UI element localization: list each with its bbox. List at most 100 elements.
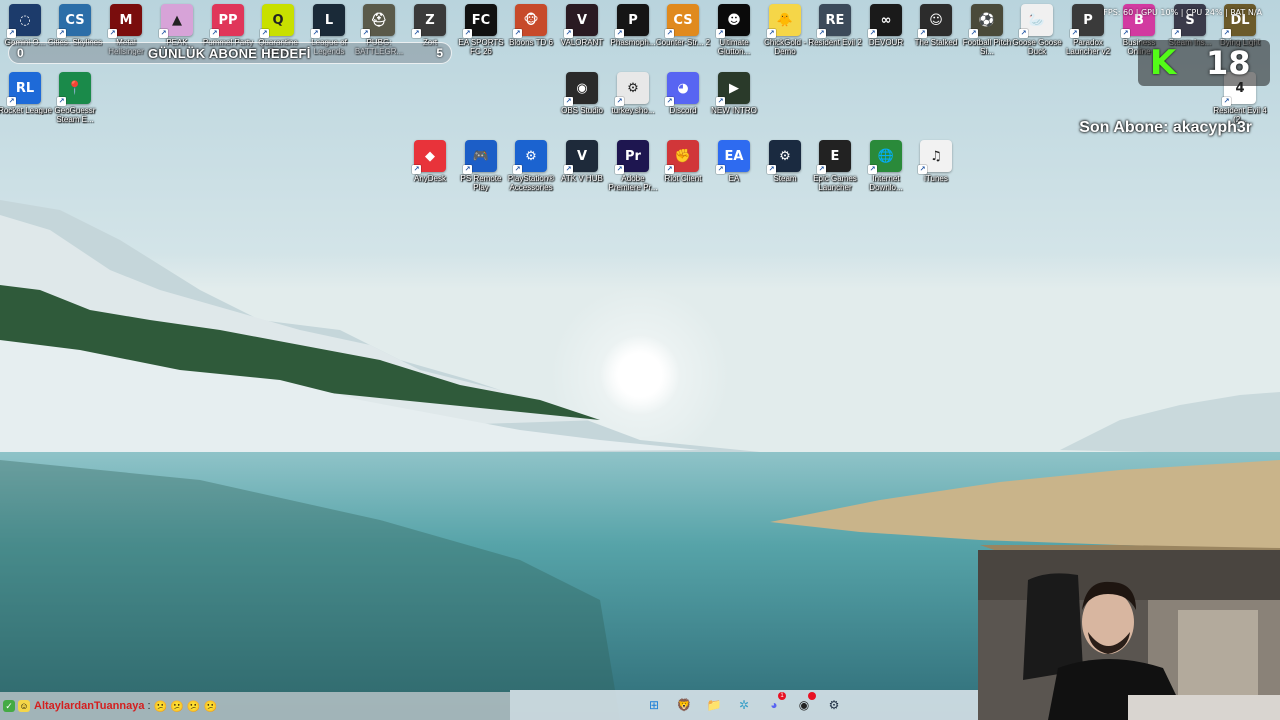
desktop-icon-label: Internet Downlo... <box>869 174 903 192</box>
desktop-icon-label: Riot Client <box>664 174 702 183</box>
desktop-icon-label: Rocket League <box>0 106 52 115</box>
desktop-icon-internet-download-manager[interactable]: 🌐 ↗ Internet Downlo... <box>861 140 911 192</box>
shortcut-arrow-icon: ↗ <box>716 165 725 174</box>
atk-v-hub-icon: V ↗ <box>564 140 598 174</box>
playstation-accessories-icon: ⚙ ↗ <box>513 140 547 174</box>
desktop-icon-steam[interactable]: ⚙ ↗ Steam <box>760 140 810 183</box>
shortcut-arrow-icon: ↗ <box>210 29 219 38</box>
shortcut-arrow-icon: ↗ <box>412 165 421 174</box>
desktop-icon-label: DEVOUR <box>868 38 904 47</box>
desktop-icon-ea[interactable]: EA ↗ EA <box>709 140 759 183</box>
desktop-icon-playstation-accessories[interactable]: ⚙ ↗ PlayStation® Accessories <box>506 140 556 192</box>
desktop-icon-zort[interactable]: Z ↗ Zort <box>405 4 455 47</box>
discord-taskbar-icon[interactable]: ◕ 1 <box>764 692 786 715</box>
desktop-icon-label: Resident Evil 2 <box>808 38 862 47</box>
desktop-icon-goose-goose-duck[interactable]: 🦢 ↗ Goose Goose Duck <box>1012 4 1062 56</box>
desktop-icon-valorant[interactable]: V ↗ VALORANT <box>557 4 607 47</box>
desktop-icon-anydesk[interactable]: ◆ ↗ AnyDesk <box>405 140 455 183</box>
shortcut-arrow-icon: ↗ <box>361 29 370 38</box>
desktop-icon-ps-remote-play[interactable]: 🎮 ↗ PS Remote Play <box>456 140 506 192</box>
desktop-icon-ultimate-glutton[interactable]: ☻ ↗ Ultimate Glutton... <box>709 4 759 56</box>
desktop-icon-label: OBS Studio <box>561 106 603 115</box>
shortcut-arrow-icon: ↗ <box>969 29 978 38</box>
shortcut-arrow-icon: ↗ <box>564 165 573 174</box>
desktop-icon-football-pitch[interactable]: ⚽ ↗ Football Pitch Si... <box>962 4 1012 56</box>
desktop-icon-bloons-td6[interactable]: 🐵 ↗ Bloons TD 6 <box>506 4 556 47</box>
notification-badge: 1 <box>778 692 786 700</box>
shortcut-arrow-icon: ↗ <box>665 165 674 174</box>
windows-start-icon[interactable]: ⊞ <box>644 695 664 715</box>
geoguessr-icon: 📍 ↗ <box>57 72 91 106</box>
shortcut-arrow-icon: ↗ <box>564 97 573 106</box>
desktop-icon-label: ATK V HUB <box>561 174 603 183</box>
desktop-icon-geoguessr[interactable]: 📍 ↗ GeoGuessr Steam E... <box>50 72 100 124</box>
league-of-legends-icon: L ↗ <box>311 4 345 38</box>
desktop-icon-premiere-pro[interactable]: Pr ↗ Adobe Premiere Pr... <box>608 140 658 192</box>
desktop-icon-label: Epic Games Launcher <box>813 174 857 192</box>
desktop-icon-discord[interactable]: ◕ ↗ Discord <box>658 72 708 115</box>
shortcut-arrow-icon: ↗ <box>108 29 117 38</box>
desktop-icon-new-intro[interactable]: ▶ ↗ NEW INTRO <box>709 72 759 115</box>
shortcut-arrow-icon: ↗ <box>1070 29 1079 38</box>
steam-taskbar-icon[interactable]: ⚙ <box>824 695 844 715</box>
desktop-icon-label: PlayStation® Accessories <box>507 174 555 192</box>
desktop-icon-chickgold[interactable]: 🐥 ↗ ChickGold - Demo <box>760 4 810 56</box>
steam-icon: ⚙ ↗ <box>767 140 801 174</box>
desktop-icon-cities-skylines[interactable]: CS ↗ Cities: Skylines <box>48 4 102 47</box>
desktop-icon-turkey-shortcut[interactable]: ⚙ ↗ turkey.sho... <box>608 72 658 115</box>
riot-client-icon: ✊ ↗ <box>665 140 699 174</box>
phasmophobia-icon: P ↗ <box>615 4 649 38</box>
desktop-icon-label: Paradox Launcher v2 <box>1065 38 1111 56</box>
shortcut-arrow-icon: ↗ <box>665 29 674 38</box>
desktop-icon-pummel-party[interactable]: PP ↗ Pummel Party <box>203 4 253 47</box>
obs-taskbar-icon[interactable]: ◉ <box>794 692 816 715</box>
desktop-icon-ea-fc26[interactable]: FC ↗ EA SPORTS FC 26 <box>456 4 506 56</box>
desktop-icon-the-stalked[interactable]: ☺ ↗ The Stalked <box>911 4 961 47</box>
desktop-icon-riot-client[interactable]: ✊ ↗ Riot Client <box>658 140 708 183</box>
file-explorer-icon[interactable]: 📁 <box>704 695 724 715</box>
desktop-icon-label: Goose Goose Duck <box>1012 38 1062 56</box>
latest-subscriber-text: Son Abone: akacyph3r <box>1079 119 1252 136</box>
pummel-party-icon: PP ↗ <box>210 4 244 38</box>
chat-emote-icon: ☺ <box>18 700 30 712</box>
desktop-icon-label: VALORANT <box>560 38 604 47</box>
brave-browser-icon[interactable]: 🦁 <box>674 695 694 715</box>
shortcut-arrow-icon: ↗ <box>513 165 522 174</box>
desktop-icon-label: The Stalked <box>914 38 958 47</box>
desktop-icon-atk-v-hub[interactable]: V ↗ ATK V HUB <box>557 140 607 183</box>
ea-fc26-icon: FC ↗ <box>463 4 497 38</box>
ea-icon: EA ↗ <box>716 140 750 174</box>
resident-evil-2-icon: RE ↗ <box>817 4 851 38</box>
desktop-icon-label: Steam <box>773 174 797 183</box>
desktop-icon-resident-evil-2[interactable]: RE ↗ Resident Evil 2 <box>808 4 862 47</box>
shortcut-arrow-icon: ↗ <box>665 97 674 106</box>
performance-stats-overlay: FPS: 60 | GPU 10% | CPU 24% | RAT N/A <box>1103 8 1262 17</box>
desktop-icon-counter-strike-2[interactable]: CS ↗ Counter-Str... 2 <box>656 4 710 47</box>
desktop-icon-label: EA <box>728 174 740 183</box>
kick-logo-icon: K <box>1149 43 1177 83</box>
chat-message: 😕😕😕😕 <box>153 700 221 713</box>
desktop-icon-peak[interactable]: ▲ ↗ PEAK <box>152 4 202 47</box>
itunes-icon: ♫ ↗ <box>918 140 952 174</box>
ultimate-glutton-icon: ☻ ↗ <box>716 4 750 38</box>
shortcut-arrow-icon: ↗ <box>817 165 826 174</box>
desktop-icon-epic-games[interactable]: E ↗ Epic Games Launcher <box>810 140 860 192</box>
desktop-icon-label: Ultimate Glutton... <box>717 38 751 56</box>
zort-icon: Z ↗ <box>412 4 446 38</box>
desktop-icon-phasmophobia[interactable]: P ↗ Phasmoph... <box>608 4 658 47</box>
internet-download-manager-icon: 🌐 ↗ <box>868 140 902 174</box>
chat-overlay: ✓ ☺ AltaylardanTuannaya : 😕😕😕😕 <box>0 692 510 720</box>
desktop-icon-label: EA SPORTS FC 26 <box>458 38 504 56</box>
shortcut-arrow-icon: ↗ <box>159 29 168 38</box>
shortcut-arrow-icon: ↗ <box>918 165 927 174</box>
shortcut-arrow-icon: ↗ <box>1172 29 1181 38</box>
desktop-icon-devour[interactable]: ∞ ↗ DEVOUR <box>861 4 911 47</box>
desktop-icon-itunes[interactable]: ♫ ↗ iTunes <box>911 140 961 183</box>
chat-separator: : <box>147 700 151 712</box>
desktop-icon-obs-studio[interactable]: ◉ ↗ OBS Studio <box>557 72 607 115</box>
desktop-icon-gemini[interactable]: ◌ ↗ Gemini O... <box>0 4 50 47</box>
chickgold-icon: 🐥 ↗ <box>767 4 801 38</box>
desktop-icon-rocket-league[interactable]: RL ↗ Rocket League <box>0 72 52 115</box>
settings-app-icon[interactable]: ✲ <box>734 695 754 715</box>
shortcut-arrow-icon: ↗ <box>311 29 320 38</box>
